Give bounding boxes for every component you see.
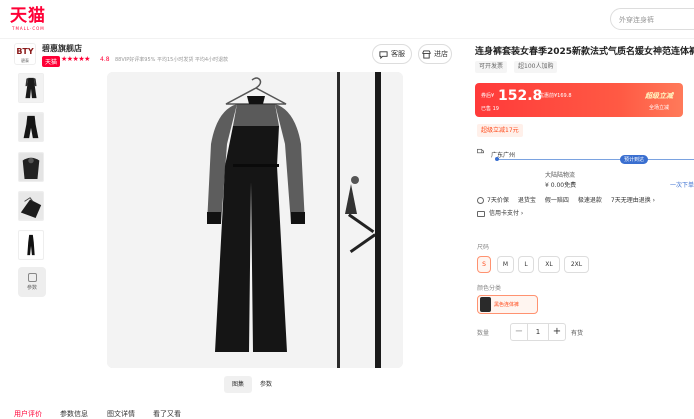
shop-rating-score: 4.8 xyxy=(100,56,110,63)
service-item: 假一赔四 xyxy=(544,197,569,204)
store-icon xyxy=(422,49,431,59)
size-option-l[interactable]: L xyxy=(518,256,534,273)
enter-shop-button[interactable]: 进店 xyxy=(418,44,452,64)
enter-shop-label: 进店 xyxy=(434,50,448,58)
price-banner: 券后¥ 152.8 优惠前¥169.8 已售 19 超级立减 全场立减 xyxy=(475,83,683,117)
params-icon xyxy=(27,273,37,282)
shipping-fee: ¥ 0.00免费 xyxy=(545,182,577,189)
tab-gallery[interactable]: 图集 xyxy=(224,376,252,393)
shop-rating-stars: ★★★★★ xyxy=(61,55,90,63)
main-product-image[interactable] xyxy=(107,72,403,368)
header-divider xyxy=(0,38,694,39)
quantity-input[interactable]: 1 xyxy=(528,323,548,341)
route-badge: 预计到达 xyxy=(620,155,649,164)
credit-card-payment[interactable]: 信用卡支付 › xyxy=(477,208,523,217)
shop-logo-text: BTY xyxy=(16,47,34,56)
shop-logo[interactable]: BTY 碧泰 xyxy=(14,43,36,65)
thumbnail-4[interactable] xyxy=(18,191,44,221)
size-option-m[interactable]: M xyxy=(497,256,514,273)
service-item: 7天价保 xyxy=(477,195,509,204)
customer-service-button[interactable]: 客服 xyxy=(372,44,412,64)
tag-cart-count: 超100人加购 xyxy=(514,61,558,73)
size-option-2xl[interactable]: 2XL xyxy=(564,256,589,273)
tab-user-reviews[interactable]: 用户评价 xyxy=(14,409,42,419)
shield-icon xyxy=(477,197,484,204)
shop-name[interactable]: 碧惠旗舰店 xyxy=(42,43,82,54)
tab-details[interactable]: 图文详情 xyxy=(107,409,135,419)
tmall-logo[interactable]: 天猫 TMALL·COM xyxy=(10,6,46,31)
color-swatch xyxy=(480,297,491,312)
quantity-decrease-button[interactable]: − xyxy=(510,323,528,341)
shop-stats: 88VIP好评率95% 平均15小时发货 平均4小时退款 xyxy=(115,57,229,63)
sold-count: 已售 19 xyxy=(481,106,499,112)
logo-text: 天猫 xyxy=(10,6,46,26)
tab-params[interactable]: 参数 xyxy=(252,376,280,393)
tmall-badge: 天猫 xyxy=(42,56,61,67)
chat-icon xyxy=(379,50,388,59)
logo-subtext: TMALL·COM xyxy=(12,26,45,31)
size-option-xl[interactable]: XL xyxy=(538,256,560,273)
search-input[interactable]: 外穿连身裤 xyxy=(610,8,694,30)
service-item: 退货宝 xyxy=(517,197,536,204)
activity-sublabel: 全场立减 xyxy=(649,105,670,111)
product-photo xyxy=(107,72,403,368)
shipping-icon-wrap xyxy=(477,148,488,155)
tag-invoice: 可开发票 xyxy=(475,61,508,73)
thumbnail-3[interactable] xyxy=(18,152,44,182)
thumbnail-image xyxy=(19,113,43,141)
params-thumbnail-label: 参数 xyxy=(26,285,37,291)
coupon-tag[interactable]: 超级立减17元 xyxy=(477,124,523,137)
thumbnail-image xyxy=(19,74,43,102)
price-before-coupon: 优惠前¥169.8 xyxy=(539,93,572,99)
shipping-carrier: 大陆陆物流 xyxy=(545,172,576,179)
credit-card-icon xyxy=(477,210,485,217)
params-thumbnail[interactable]: 参数 xyxy=(18,267,46,297)
product-title: 连身裤套装女春季2025新款法式气质名媛女神范连体裤 xyxy=(475,47,694,57)
price-prefix: 券后¥ xyxy=(481,93,495,99)
color-option[interactable]: 黑色连体裤 xyxy=(477,295,538,314)
credit-label: 信用卡支付 › xyxy=(489,210,524,217)
shipping-next[interactable]: 一次下单 xyxy=(670,180,694,189)
tab-also-viewed[interactable]: 看了又看 xyxy=(153,409,181,419)
size-label: 尺码 xyxy=(477,244,490,251)
tab-parameters[interactable]: 参数信息 xyxy=(60,409,88,419)
thumbnail-5[interactable] xyxy=(18,230,44,260)
service-list[interactable]: 7天价保 退货宝 假一赔四 极速退款 7天无理由退换 › xyxy=(477,195,655,204)
size-option-s[interactable]: S xyxy=(477,256,491,273)
color-label: 颜色分类 xyxy=(477,285,502,292)
activity-label: 超级立减 xyxy=(645,92,673,100)
stock-status: 有货 xyxy=(571,330,584,337)
shop-logo-subtext: 碧泰 xyxy=(21,58,29,63)
thumbnail-1[interactable] xyxy=(18,73,44,103)
customer-service-label: 客服 xyxy=(391,50,405,58)
route-line xyxy=(497,159,694,160)
thumbnail-2[interactable] xyxy=(18,112,44,142)
service-item: 7天无理由退换 › xyxy=(610,197,655,204)
service-label: 7天价保 xyxy=(487,197,509,204)
price-value: 152.8 xyxy=(498,88,543,104)
route-dot xyxy=(495,157,499,161)
thumbnail-image xyxy=(19,153,43,181)
quantity-increase-button[interactable]: + xyxy=(548,323,566,341)
color-option-label: 黑色连体裤 xyxy=(494,302,520,308)
service-item: 极速退款 xyxy=(577,197,602,204)
quantity-label: 数量 xyxy=(477,330,490,337)
truck-icon xyxy=(477,148,484,154)
thumbnail-image xyxy=(19,192,43,220)
thumbnail-image xyxy=(19,231,43,259)
